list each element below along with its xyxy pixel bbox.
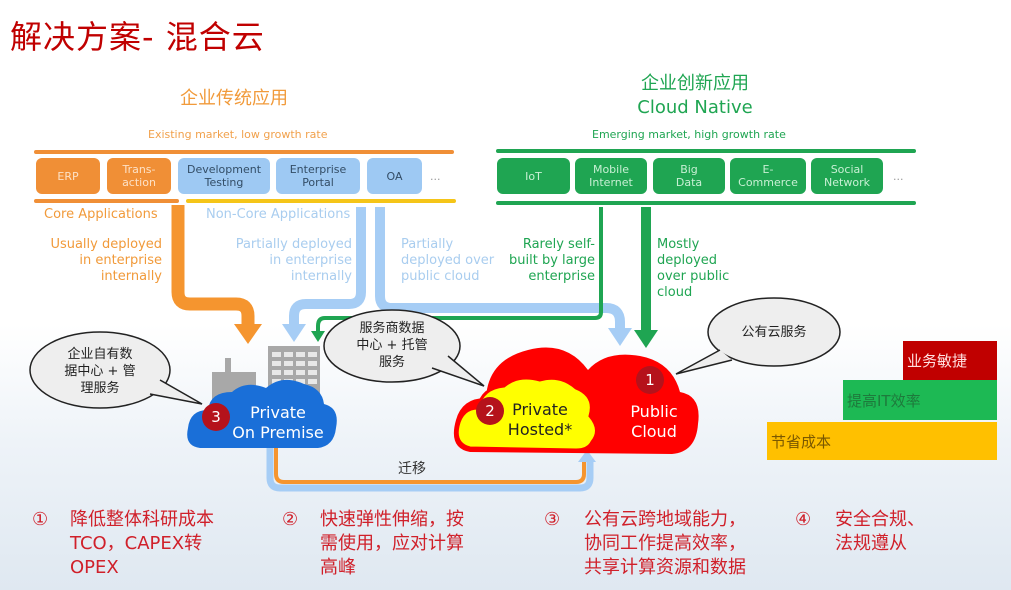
arrow-noncore-to-onpremise <box>289 207 366 326</box>
benefit-text: 公有云跨地域能力， 协同工作提高效率， 共享计算资源和数据 <box>584 509 746 578</box>
benefit-number: ② <box>282 509 299 530</box>
benefit-text: 安全合规、 法规遵从 <box>835 509 925 554</box>
building-small-top <box>225 358 231 374</box>
arrow-core-to-onpremise <box>171 205 255 326</box>
bubble-public-text: 公有云服务 <box>741 325 807 340</box>
badge-3: 3 <box>202 403 230 431</box>
badge-1: 1 <box>636 366 664 394</box>
arrowhead-mostly <box>634 330 658 348</box>
bubble-onpremise-text: 企业自有数 据中心 + 管 理服务 <box>64 347 136 396</box>
bubble-onpremise-tail <box>149 379 203 405</box>
benefit-text: 降低整体科研成本 TCO，CAPEX转 OPEX <box>70 509 214 578</box>
cloud-label-on-premise: Private On Premise <box>232 403 324 442</box>
stair-business-agility: 业务敏捷 <box>903 341 997 380</box>
bubble-hosted-text: 服务商数据 中心 + 托管 服务 <box>356 321 428 370</box>
migration-arrow-orange <box>274 448 586 484</box>
stair-it-efficiency: 提高IT效率 <box>843 380 997 420</box>
benefit-number: ① <box>32 509 49 530</box>
migration-label: 迁移 <box>398 461 426 477</box>
benefit-text: 快速弹性伸缩，按 需使用，应对计算 高峰 <box>320 509 464 578</box>
stair-label: 节省成本 <box>771 432 832 451</box>
benefit-number: ④ <box>795 509 812 530</box>
diagram-graphics <box>29 205 841 492</box>
benefit-number: ③ <box>544 509 561 530</box>
stair-label: 业务敏捷 <box>907 352 968 370</box>
arrowhead-core <box>234 324 262 344</box>
arrowhead-rare <box>311 331 325 342</box>
arrowhead-noncore-internal <box>282 324 306 342</box>
stair-label: 提高IT效率 <box>847 391 921 410</box>
bubble-public-tail <box>675 349 733 375</box>
cloud-label-public: Public Cloud <box>630 402 678 441</box>
arrowhead-noncore-public <box>608 328 632 346</box>
cloud-label-hosted: Private Hosted* <box>507 400 573 439</box>
stair-cost-saving: 节省成本 <box>767 422 997 460</box>
